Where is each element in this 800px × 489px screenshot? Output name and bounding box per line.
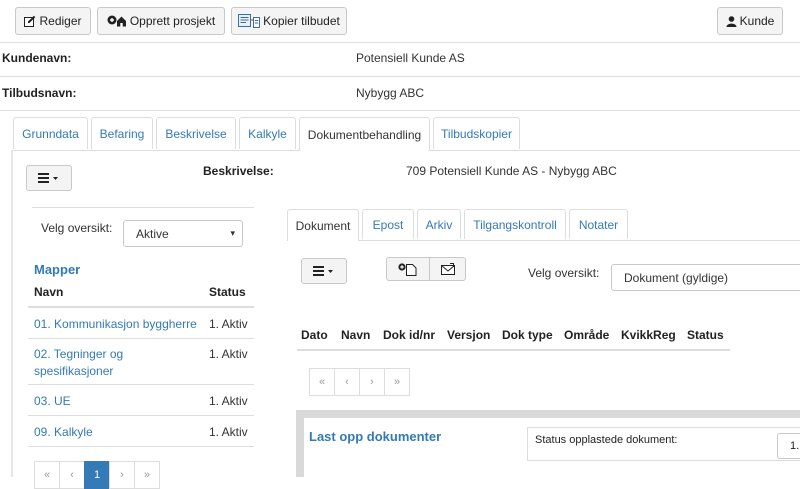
doc-table-header-line bbox=[297, 349, 730, 351]
upload-status-label: Status opplastede dokument: bbox=[535, 434, 678, 446]
folder-row-name[interactable]: 09. Kalkyle bbox=[34, 425, 93, 439]
folders-col-name: Navn bbox=[34, 285, 64, 299]
folder-row-name[interactable]: 03. UE bbox=[34, 394, 71, 408]
doc-col-omrade: Område bbox=[564, 328, 610, 342]
copy-document-icon bbox=[238, 14, 261, 28]
envelope-icon bbox=[440, 263, 455, 275]
customer-button[interactable]: Kunde bbox=[717, 7, 783, 35]
customer-name-value: Potensiell Kunde AS bbox=[356, 51, 465, 65]
tab-kalkyle[interactable]: Kalkyle bbox=[239, 117, 296, 149]
new-document-icon bbox=[398, 262, 418, 276]
upload-title: Last opp dokumenter bbox=[309, 429, 442, 444]
description-value: 709 Potensiell Kunde AS - Nybygg ABC bbox=[406, 164, 617, 178]
folder-row-divider bbox=[28, 446, 254, 447]
tab-epost[interactable]: Epost bbox=[362, 209, 414, 239]
doc-view-select[interactable]: Dokument (gyldige) bbox=[611, 264, 800, 291]
doc-col-versjon: Versjon bbox=[447, 328, 491, 342]
create-project-button-label: Opprett prosjekt bbox=[129, 14, 216, 28]
hamburger-menu-icon bbox=[313, 266, 335, 276]
info-divider-2 bbox=[0, 110, 800, 111]
page-current-button[interactable]: 1 bbox=[84, 461, 110, 489]
left-panel-top-line bbox=[32, 207, 254, 208]
doc-col-navn: Navn bbox=[341, 328, 371, 342]
tab-dokument[interactable]: Dokument bbox=[287, 209, 359, 241]
folders-header-line bbox=[28, 306, 254, 308]
doc-col-kvikkreg: KvikkReg bbox=[621, 328, 676, 342]
doc-page-first-button[interactable]: « bbox=[309, 368, 335, 396]
plus-house-icon bbox=[107, 15, 127, 27]
doc-tabs: Dokument Epost Arkiv Tilgangskontroll No… bbox=[0, 209, 800, 241]
tab-arkiv[interactable]: Arkiv bbox=[417, 209, 461, 239]
info-divider-1 bbox=[0, 76, 800, 77]
tab-befaring[interactable]: Befaring bbox=[91, 117, 153, 149]
edit-button[interactable]: Rediger bbox=[15, 7, 91, 35]
doc-view-label: Velg oversikt: bbox=[528, 266, 600, 280]
tab-dokumentbehandling[interactable]: Dokumentbehandling bbox=[299, 117, 430, 151]
folder-row-divider bbox=[28, 415, 254, 416]
folder-row-name[interactable]: 02. Tegninger og spesifikasjoner bbox=[34, 346, 174, 380]
page-next-button[interactable]: › bbox=[109, 461, 135, 489]
doc-col-status: Status bbox=[687, 328, 724, 342]
tab-tilgangskontroll[interactable]: Tilgangskontroll bbox=[464, 209, 566, 239]
folder-row-status: 1. Aktiv bbox=[209, 347, 248, 361]
page-first-button[interactable]: « bbox=[34, 461, 60, 489]
email-document-button[interactable] bbox=[429, 257, 466, 281]
doc-page-next-button[interactable]: › bbox=[359, 368, 385, 396]
pencil-square-icon bbox=[24, 15, 36, 27]
folder-row-status: 1. Aktiv bbox=[209, 317, 248, 331]
tab-notater[interactable]: Notater bbox=[569, 209, 628, 239]
create-project-button[interactable]: Opprett prosjekt bbox=[97, 7, 225, 35]
folders-pagination: « ‹ 1 › » bbox=[34, 461, 175, 489]
main-tabs: Grunndata Befaring Beskrivelse Kalkyle D… bbox=[0, 117, 800, 151]
folders-col-status: Status bbox=[209, 285, 246, 299]
upload-status-value: 1. bbox=[790, 440, 800, 452]
offer-name-value: Nybygg ABC bbox=[356, 86, 425, 100]
doc-page-last-button[interactable]: » bbox=[384, 368, 410, 396]
folder-row-status: 1. Aktiv bbox=[209, 425, 248, 439]
doc-col-dok-id: Dok id/nr bbox=[383, 328, 436, 342]
doc-table-header: Dato Navn Dok id/nr Versjon Dok type Omr… bbox=[301, 328, 731, 350]
doc-page-prev-button[interactable]: ‹ bbox=[334, 368, 360, 396]
copy-offer-button-label: Kopier tilbudet bbox=[263, 14, 340, 28]
doc-col-dato: Dato bbox=[301, 328, 328, 342]
hamburger-menu-icon bbox=[38, 173, 60, 183]
doc-pagination: « ‹ › » bbox=[309, 368, 420, 396]
main-menu-button[interactable] bbox=[26, 165, 72, 191]
tab-beskrivelse[interactable]: Beskrivelse bbox=[156, 117, 236, 149]
doc-tabs-baseline bbox=[287, 240, 800, 241]
page-prev-button[interactable]: ‹ bbox=[59, 461, 85, 489]
doc-col-dok-type: Dok type bbox=[502, 328, 553, 342]
toolbar-divider bbox=[0, 42, 800, 43]
offer-name-label: Tilbudsnavn: bbox=[2, 86, 77, 100]
edit-button-label: Rediger bbox=[39, 14, 82, 28]
folder-row-status: 1. Aktiv bbox=[209, 394, 248, 408]
doc-menu-button[interactable] bbox=[301, 258, 347, 284]
folder-row-divider bbox=[28, 384, 254, 385]
tab-tilbudskopier[interactable]: Tilbudskopier bbox=[433, 117, 520, 149]
folders-title: Mapper bbox=[34, 262, 81, 277]
tab-grunndata[interactable]: Grunndata bbox=[13, 117, 88, 149]
page-last-button[interactable]: » bbox=[134, 461, 160, 489]
copy-offer-button[interactable]: Kopier tilbudet bbox=[231, 7, 347, 35]
description-label: Beskrivelse: bbox=[203, 164, 274, 178]
customer-name-label: Kundenavn: bbox=[2, 51, 72, 65]
main-content-frame bbox=[11, 150, 13, 477]
new-document-button[interactable] bbox=[386, 257, 430, 281]
folder-row-name[interactable]: 01. Kommunikasjon byggherre bbox=[34, 317, 197, 331]
doc-view-select-value: Dokument (gyldige) bbox=[624, 270, 729, 285]
folder-row-divider bbox=[28, 338, 254, 339]
user-icon bbox=[726, 15, 737, 27]
upload-status-field[interactable]: 1. bbox=[777, 433, 800, 459]
customer-button-label: Kunde bbox=[739, 14, 775, 28]
